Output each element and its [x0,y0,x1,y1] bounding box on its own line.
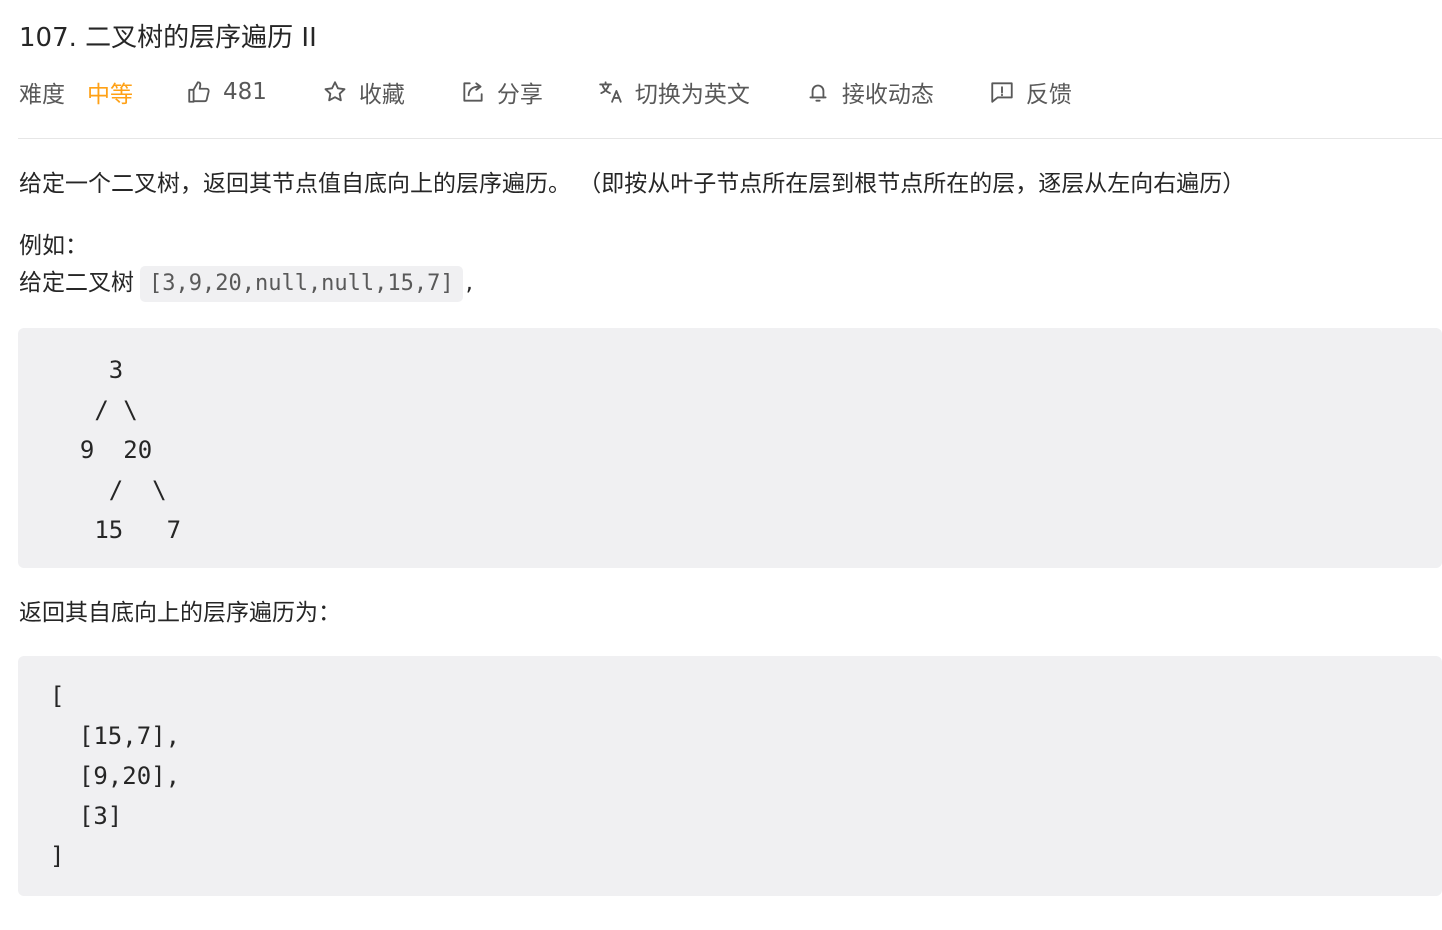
given-suffix: , [465,270,473,296]
difficulty-badge: 中等 [87,82,133,108]
like-button[interactable]: 481 [185,74,267,110]
problem-title: 107. 二叉树的层序遍历 II [19,23,317,53]
translate-icon [597,78,625,106]
difficulty-label: 难度 [19,82,65,108]
translate-label: 切换为英文 [634,82,750,108]
favorite-button[interactable]: 收藏 [321,74,405,110]
star-icon [321,78,349,106]
thumbs-up-icon [185,78,213,106]
like-count: 481 [223,79,267,105]
return-label: 返回其自底向上的层序遍历为： [19,600,341,626]
subscribe-label: 接收动态 [841,82,934,108]
result-code: [ [15,7], [9,20], [3] ] [50,682,181,870]
inline-code-tree: [3,9,20,null,null,15,7] [140,266,463,302]
result-code-block: [ [15,7], [9,20], [3] ] [18,656,1442,896]
example-label: 例如： [19,233,88,259]
subscribe-button[interactable]: 接收动态 [804,74,934,110]
problem-toolbar: 难度 中等 481 收藏 分享 切换为英文 接收动态 反馈 [19,74,1072,110]
bell-icon [804,78,832,106]
problem-description: 给定一个二叉树，返回其节点值自底向上的层序遍历。 （即按从叶子节点所在层到根节点… [19,171,1246,197]
given-prefix: 给定二叉树 [19,270,134,296]
translate-button[interactable]: 切换为英文 [597,74,750,110]
feedback-icon [988,78,1016,106]
feedback-button[interactable]: 反馈 [988,74,1072,110]
feedback-label: 反馈 [1025,82,1072,108]
tree-diagram: 3 / \ 9 20 / \ 15 7 [79,356,182,544]
divider [18,138,1442,139]
given-tree-line: 给定二叉树 [3,9,20,null,null,15,7], [19,265,473,302]
share-icon [459,78,487,106]
tree-code-block: 3 / \ 9 20 / \ 15 7 [18,328,1442,568]
favorite-label: 收藏 [358,82,405,108]
share-button[interactable]: 分享 [459,74,543,110]
share-label: 分享 [496,82,543,108]
